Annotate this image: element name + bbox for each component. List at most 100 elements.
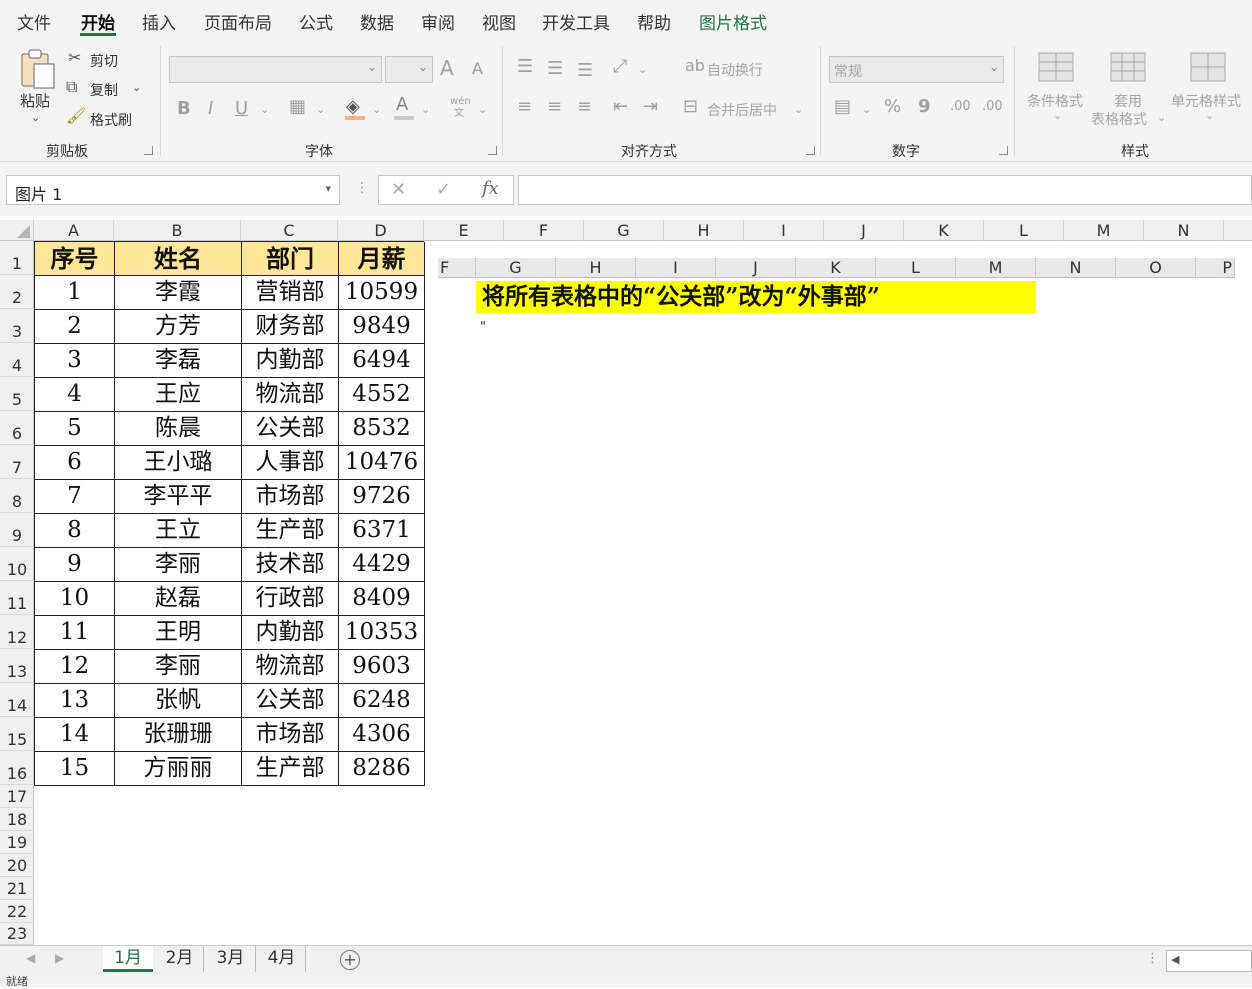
table-cell[interactable]: 营销部 <box>242 276 339 310</box>
table-cell[interactable]: 8286 <box>339 752 425 786</box>
horizontal-scrollbar[interactable]: ◀ <box>1166 950 1252 972</box>
row-header[interactable]: 20 <box>0 854 34 877</box>
table-cell[interactable]: 13 <box>35 684 115 718</box>
column-header-h[interactable]: H <box>664 220 744 241</box>
table-cell[interactable]: 3 <box>35 344 115 378</box>
row-header[interactable]: 5 <box>0 377 34 411</box>
splitter-dots-icon[interactable]: ⋮ <box>1146 951 1159 966</box>
chevron-down-icon[interactable]: ⌄ <box>1205 110 1214 121</box>
table-cell[interactable]: 物流部 <box>242 650 339 684</box>
row-header[interactable]: 4 <box>0 343 34 377</box>
column-header-a[interactable]: A <box>34 220 114 241</box>
table-cell[interactable]: 9 <box>35 548 115 582</box>
tab-view[interactable]: 视图 <box>482 9 516 34</box>
row-header[interactable]: 13 <box>0 649 34 683</box>
table-cell[interactable]: 李丽 <box>115 650 242 684</box>
table-cell[interactable]: 8 <box>35 514 115 548</box>
table-cell[interactable]: 公关部 <box>242 684 339 718</box>
table-cell[interactable]: 8409 <box>339 582 425 616</box>
conditional-format-button[interactable]: 条件格式 <box>1027 91 1083 111</box>
column-header-d[interactable]: D <box>338 220 424 241</box>
table-cell[interactable]: 4 <box>35 378 115 412</box>
table-cell[interactable]: 陈晨 <box>115 412 242 446</box>
align-center-icon[interactable]: ≡ <box>547 98 562 116</box>
table-cell[interactable]: 10353 <box>339 616 425 650</box>
table-cell[interactable]: 10 <box>35 582 115 616</box>
table-cell[interactable]: 张帆 <box>115 684 242 718</box>
tab-home[interactable]: 开始 <box>81 9 115 34</box>
increase-font-icon[interactable]: A <box>440 58 454 78</box>
table-cell[interactable]: 生产部 <box>242 514 339 548</box>
cell-styles-button[interactable]: 单元格样式 <box>1171 91 1241 111</box>
copy-button[interactable]: 复制 <box>90 80 118 100</box>
scroll-right-icon[interactable]: ▶ <box>55 951 64 965</box>
decrease-font-icon[interactable]: A <box>472 61 483 77</box>
table-cell[interactable]: 王应 <box>115 378 242 412</box>
table-cell[interactable]: 5 <box>35 412 115 446</box>
row-header[interactable]: 21 <box>0 877 34 900</box>
table-cell[interactable]: 4429 <box>339 548 425 582</box>
align-top-icon[interactable]: ☰ <box>517 58 533 76</box>
chevron-down-icon[interactable]: ⌄ <box>421 104 430 115</box>
formula-input[interactable] <box>518 175 1252 205</box>
bold-button[interactable]: B <box>177 100 191 118</box>
column-header-c[interactable]: C <box>241 220 338 241</box>
decrease-indent-icon[interactable]: ⇤ <box>613 98 628 116</box>
column-header-b[interactable]: B <box>114 220 241 241</box>
increase-indent-icon[interactable]: ⇥ <box>643 98 658 116</box>
row-header[interactable]: 17 <box>0 785 34 808</box>
tab-picture-format[interactable]: 图片格式 <box>699 9 767 34</box>
tab-review[interactable]: 审阅 <box>421 9 455 34</box>
sheet-tab-apr[interactable]: 4月 <box>258 946 306 972</box>
cell-styles-icon[interactable] <box>1190 52 1228 84</box>
alignment-launcher[interactable] <box>806 146 815 155</box>
align-bottom-icon[interactable]: ☰ <box>577 62 593 80</box>
table-cell[interactable]: 公关部 <box>242 412 339 446</box>
table-cell[interactable]: 6248 <box>339 684 425 718</box>
cancel-icon[interactable]: ✕ <box>391 179 406 200</box>
table-cell[interactable]: 李霞 <box>115 276 242 310</box>
number-launcher[interactable] <box>999 146 1008 155</box>
tab-formulas[interactable]: 公式 <box>299 9 333 34</box>
table-cell[interactable]: 9603 <box>339 650 425 684</box>
table-cell[interactable]: 4306 <box>339 718 425 752</box>
fill-color-icon[interactable]: ◈ <box>346 98 360 116</box>
paste-button[interactable] <box>18 48 58 92</box>
tab-insert[interactable]: 插入 <box>142 9 176 34</box>
chevron-down-icon[interactable]: ⌄ <box>316 104 325 115</box>
table-cell[interactable]: 7 <box>35 480 115 514</box>
scroll-left-icon[interactable]: ◀ <box>26 951 35 965</box>
table-header-cell[interactable]: 序号 <box>35 242 115 276</box>
column-header-e[interactable]: E <box>424 220 504 241</box>
chevron-down-icon[interactable]: ⌄ <box>260 104 269 115</box>
add-sheet-icon[interactable]: + <box>340 950 360 970</box>
table-cell[interactable]: 1 <box>35 276 115 310</box>
align-right-icon[interactable]: ≡ <box>577 98 592 116</box>
font-size-select[interactable]: ⌄ <box>385 56 433 83</box>
orientation-icon[interactable]: ⤢ <box>613 58 627 76</box>
row-header[interactable]: 9 <box>0 513 34 547</box>
conditional-format-icon[interactable] <box>1038 52 1076 84</box>
table-cell[interactable]: 2 <box>35 310 115 344</box>
row-header[interactable]: 16 <box>0 751 34 785</box>
table-cell[interactable]: 王明 <box>115 616 242 650</box>
chevron-down-icon[interactable]: ⌄ <box>1053 110 1062 121</box>
cut-button[interactable]: 剪切 <box>90 51 118 71</box>
table-cell[interactable]: 人事部 <box>242 446 339 480</box>
table-cell[interactable]: 内勤部 <box>242 616 339 650</box>
percent-icon[interactable]: % <box>884 98 901 116</box>
chevron-down-icon[interactable]: ⌄ <box>478 104 487 115</box>
italic-button[interactable]: I <box>208 100 213 118</box>
table-header-cell[interactable]: 月薪 <box>339 242 425 276</box>
table-cell[interactable]: 11 <box>35 616 115 650</box>
table-format-button-line2[interactable]: 表格格式 <box>1091 109 1147 129</box>
table-cell[interactable]: 6494 <box>339 344 425 378</box>
row-header[interactable]: 19 <box>0 831 34 854</box>
chevron-down-icon[interactable]: ⌄ <box>794 104 803 115</box>
row-header[interactable]: 2 <box>0 275 34 309</box>
table-cell[interactable]: 14 <box>35 718 115 752</box>
column-header-n[interactable]: N <box>1144 220 1224 241</box>
underline-button[interactable]: U <box>235 100 248 118</box>
row-header[interactable]: 1 <box>0 241 34 275</box>
column-header-m[interactable]: M <box>1064 220 1144 241</box>
